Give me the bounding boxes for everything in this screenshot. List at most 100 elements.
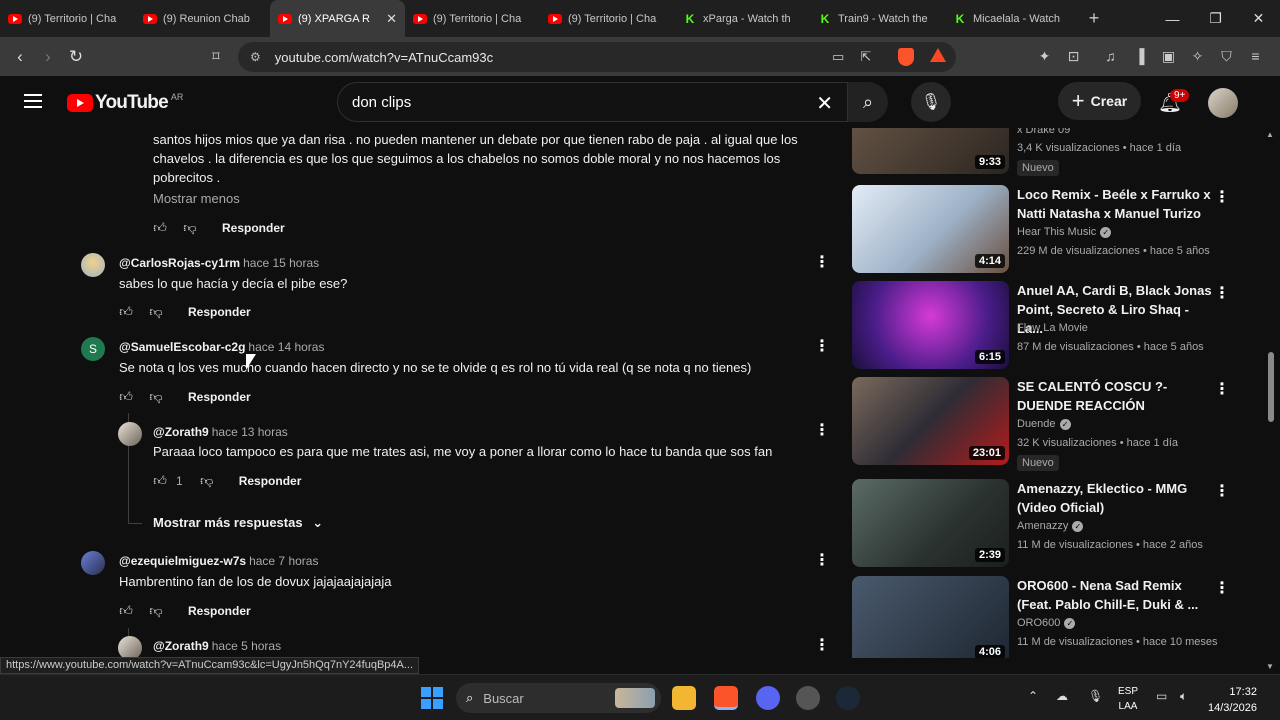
video-item[interactable]: 4:14 Loco Remix - Beéle x Farruko x Natt… [852,185,1252,273]
show-hidden-icons-icon[interactable]: ⌃ [1028,689,1038,703]
search-button[interactable]: ⌕ [848,82,888,122]
clear-search-icon[interactable]: ✕ [816,91,833,116]
more-options-icon[interactable]: ⋮ [1214,283,1230,303]
reply-button[interactable]: Responder [239,474,302,488]
extensions-icon[interactable]: ✦ [1036,48,1053,65]
video-thumbnail[interactable]: 2:39 [852,479,1009,567]
comment-author[interactable]: @Zorath9 hace 5 horas [153,639,281,653]
video-item[interactable]: 6:15 Anuel AA, Cardi B, Black Jonas Poin… [852,281,1252,369]
new-tab-button[interactable]: + [1080,8,1108,29]
search-input[interactable]: don clips ✕ [337,82,848,122]
browser-tab[interactable]: (9) Territorio | Cha [405,0,540,37]
system-clock[interactable]: 17:32 14/3/2026 [1208,684,1257,716]
share-icon[interactable]: ⇱ [860,49,871,65]
reply-button[interactable]: Responder [188,604,251,618]
onedrive-icon[interactable]: ☁ [1056,689,1068,703]
brave-rewards-icon[interactable] [930,48,946,62]
like-icon[interactable]: 👍︎ [116,603,136,619]
video-thumbnail[interactable]: 9:33 [852,128,1009,174]
more-options-icon[interactable]: ⋮ [1214,187,1230,207]
youtube-logo[interactable]: YouTube AR [67,92,183,114]
comment-author[interactable]: @CarlosRojas-cy1rm hace 15 horas [119,256,319,270]
reply-button[interactable]: Responder [188,305,251,319]
page-scrollbar[interactable] [1268,352,1274,422]
show-less-link[interactable]: Mostrar menos [153,191,240,206]
volume-icon[interactable]: 🔈︎ [1180,689,1187,704]
more-options-icon[interactable]: ⋮ [1214,578,1230,598]
browser-tab[interactable]: K Micaelala - Watch [945,0,1080,37]
video-channel[interactable]: Duende ✓ [1017,418,1071,430]
bookmark-icon[interactable]: ⌑ [202,48,230,65]
comment-author[interactable]: @ezequielmiguez-w7s hace 7 horas [119,554,318,568]
video-channel[interactable]: Flow La Movie [1017,322,1088,334]
more-options-icon[interactable]: ⋮ [814,550,830,570]
discord-icon[interactable] [756,686,780,710]
comment-author[interactable]: @SamuelEscobar-c2g hace 14 horas [119,340,324,354]
vpn-icon[interactable]: ⛉ [1218,48,1235,65]
steam-icon[interactable] [836,686,860,710]
account-avatar[interactable] [1208,88,1238,118]
browser-tab[interactable]: K Train9 - Watch the [810,0,945,37]
reply-button[interactable]: Responder [222,221,285,235]
forward-icon[interactable]: › [34,47,62,67]
video-item[interactable]: 4:06 ORO600 - Nena Sad Remix (Feat. Pabl… [852,576,1252,658]
video-channel[interactable]: ORO600 ✓ [1017,617,1076,629]
video-channel[interactable]: Hear This Music ✓ [1017,226,1112,238]
maximize-icon[interactable]: ❐ [1194,10,1237,27]
screenshot-icon[interactable]: ⊡ [1065,48,1082,65]
site-settings-icon[interactable]: ⚙ [250,50,261,64]
reload-icon[interactable]: ↻ [62,47,90,67]
dislike-icon[interactable]: 👎︎ [197,473,217,489]
dislike-icon[interactable]: 👎︎ [180,220,200,236]
dislike-icon[interactable]: 👎︎ [146,304,166,320]
cast-icon[interactable]: ▭ [832,49,844,65]
voice-search-button[interactable]: 🎙︎ [911,82,951,122]
video-thumbnail[interactable]: 4:14 [852,185,1009,273]
browser-tab[interactable]: (9) Territorio | Cha [540,0,675,37]
video-title[interactable]: ORO600 - Nena Sad Remix (Feat. Pablo Chi… [1017,576,1212,614]
avatar[interactable] [81,253,105,277]
create-button[interactable]: + Crear [1058,82,1141,120]
media-icon[interactable]: ♫ [1102,48,1119,65]
video-channel[interactable]: Amenazzy ✓ [1017,520,1084,532]
video-thumbnail[interactable]: 6:15 [852,281,1009,369]
avatar[interactable] [118,422,142,446]
minimize-icon[interactable]: — [1151,11,1194,27]
language-indicator[interactable]: ESP LAA [1118,684,1138,714]
video-title[interactable]: SE CALENTÓ COSCU ?-DUENDE REACCIÓN [1017,377,1212,415]
avatar[interactable] [81,551,105,575]
hamburger-menu-icon[interactable] [24,94,42,112]
close-window-icon[interactable]: ✕ [1237,10,1280,27]
browser-tab-active[interactable]: (9) XPARGA R ✕ [270,0,405,37]
more-options-icon[interactable]: ⋮ [814,252,830,272]
file-explorer-icon[interactable] [672,686,696,710]
like-icon[interactable]: 👍︎ [116,304,136,320]
browser-tab[interactable]: KxParga - Watch th [675,0,810,37]
browser-tab[interactable]: (9) Territorio | Cha [0,0,135,37]
brave-shields-icon[interactable] [898,48,914,66]
taskbar-search[interactable]: ⌕ Buscar [456,683,661,713]
microphone-tray-icon[interactable]: 🎙︎ [1088,689,1103,703]
more-options-icon[interactable]: ⋮ [814,635,830,655]
windows-start-icon[interactable] [421,687,443,709]
sidebar-icon[interactable]: ▐ [1131,48,1148,65]
video-item[interactable]: 9:33 x Drake 09 3,4 K visualizaciones • … [852,128,1252,176]
more-options-icon[interactable]: ⋮ [1214,481,1230,501]
back-icon[interactable]: ‹ [6,47,34,67]
like-icon[interactable]: 👍︎ [116,389,136,405]
menu-icon[interactable]: ≡ [1247,48,1264,65]
video-item[interactable]: 23:01 SE CALENTÓ COSCU ?-DUENDE REACCIÓN… [852,377,1252,471]
browser-tab[interactable]: (9) Reunion Chab [135,0,270,37]
more-options-icon[interactable]: ⋮ [814,336,830,356]
video-item[interactable]: 2:39 Amenazzy, Eklectico - MMG (Video Of… [852,479,1252,567]
network-icon[interactable]: ▭ [1156,689,1167,703]
reply-button[interactable]: Responder [188,390,251,404]
video-thumbnail[interactable]: 4:06 [852,576,1009,658]
comment-author[interactable]: @Zorath9 hace 13 horas [153,425,288,439]
leo-ai-icon[interactable]: ✧ [1189,48,1206,65]
avatar[interactable]: S [81,337,105,361]
app-icon[interactable] [796,686,820,710]
show-more-replies-button[interactable]: Mostrar más respuestas ⌄ [153,515,323,531]
more-options-icon[interactable]: ⋮ [1214,379,1230,399]
dislike-icon[interactable]: 👎︎ [146,603,166,619]
